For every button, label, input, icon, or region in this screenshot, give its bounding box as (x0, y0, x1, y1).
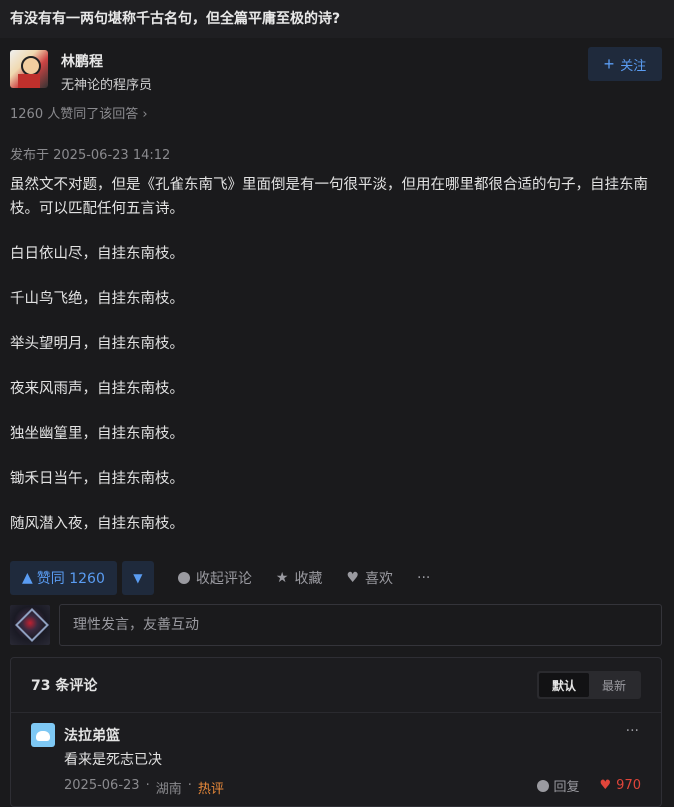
comment-meta: 2025-06-23 · 湖南 · 热评 (64, 778, 224, 797)
question-title[interactable]: 有没有有一两句堪称千古名句，但全篇平庸至极的诗? (0, 0, 674, 38)
reply-label: 回复 (553, 780, 580, 795)
comment-text: 看来是死志已决 (64, 752, 162, 768)
heart-icon: ♥ (346, 570, 359, 586)
author-avatar[interactable] (10, 50, 48, 88)
follow-label: 关注 (620, 57, 647, 73)
poem-line: 夜来风雨声，自挂东南枝。 (10, 381, 184, 397)
comments-header: 73 条评论 默认 最新 (11, 658, 661, 713)
author-description: 无神论的程序员 (61, 78, 153, 93)
comments-sort-toggle: 默认 最新 (537, 671, 641, 699)
more-button[interactable]: ··· (417, 570, 430, 586)
answer-intro: 虽然文不对题，但是《孔雀东南飞》里面倒是有一句很平淡，但用在哪里都很合适的句子，… (10, 177, 648, 217)
author-card: 林鹏程 无神论的程序员 + 关注 (0, 38, 674, 98)
follow-button[interactable]: + 关注 (588, 47, 662, 81)
poem-line: 锄禾日当午，自挂东南枝。 (10, 471, 184, 487)
favorite-label: 收藏 (294, 571, 323, 587)
author-name[interactable]: 林鹏程 (61, 51, 152, 71)
plus-icon: + (603, 54, 615, 74)
comment-item: 法拉弟篮 看来是死志已决 2025-06-23 · 湖南 · 热评 ··· 回复… (11, 713, 661, 797)
chevron-right-icon: › (142, 107, 148, 122)
upvote-label: 赞同 1260 (36, 571, 105, 587)
answer-content: 虽然文不对题，但是《孔雀东南飞》里面倒是有一句很平淡，但用在哪里都很合适的句子，… (0, 173, 674, 536)
star-icon: ★ (275, 570, 289, 586)
comment-bubble-icon (177, 572, 190, 584)
upvote-button[interactable]: ▲ 赞同 1260 (10, 561, 117, 595)
commenter-avatar[interactable] (31, 723, 55, 747)
reply-button[interactable]: 回复 (536, 776, 580, 795)
triangle-down-icon: ▼ (133, 571, 143, 585)
like-button[interactable]: ♥ 喜欢 (346, 568, 393, 588)
publish-time: 发布于 2025-06-23 14:12 (10, 148, 171, 163)
user-avatar[interactable] (10, 605, 50, 645)
author-info: 林鹏程 无神论的程序员 (61, 50, 152, 98)
poem-line: 独坐幽篁里，自挂东南枝。 (10, 426, 184, 442)
meta-separator: · (187, 778, 192, 793)
comment-body: 法拉弟篮 看来是死志已决 2025-06-23 · 湖南 · 热评 (64, 723, 224, 797)
triangle-up-icon: ▲ (22, 570, 33, 586)
comment-input-row (10, 604, 662, 646)
comment-bubble-icon (536, 779, 549, 792)
votes-summary[interactable]: 1260 人赞同了该回答 › (0, 103, 674, 122)
more-icon: ··· (417, 570, 431, 586)
commenter-name[interactable]: 法拉弟篮 (64, 725, 224, 745)
comment-actions: 回复 ♥ 970 (536, 776, 641, 795)
answer-actions: ▲ 赞同 1260 ▼ 收起评论 ★ 收藏 ♥ 喜欢 ··· (10, 561, 430, 595)
heart-icon: ♥ (599, 778, 612, 793)
poem-line: 千山鸟飞绝，自挂东南枝。 (10, 291, 184, 307)
meta-separator: · (145, 778, 150, 793)
downvote-button[interactable]: ▼ (121, 561, 154, 595)
sort-default-tab[interactable]: 默认 (539, 673, 589, 697)
collapse-comments-label: 收起评论 (195, 571, 252, 587)
collapse-comments-button[interactable]: 收起评论 (177, 568, 252, 588)
comments-panel: 73 条评论 默认 最新 法拉弟篮 看来是死志已决 2025-06-23 · 湖… (10, 657, 662, 807)
votes-text: 1260 人赞同了该回答 (10, 107, 139, 122)
like-label: 喜欢 (365, 571, 393, 587)
sort-latest-tab[interactable]: 最新 (589, 673, 639, 697)
poem-line: 随风潜入夜，自挂东南枝。 (10, 516, 184, 532)
comment-location: 湖南 (155, 782, 182, 797)
poem-line: 举头望明月，自挂东南枝。 (10, 336, 184, 352)
comments-count: 73 条评论 (31, 678, 98, 694)
comment-input[interactable] (59, 604, 662, 646)
comment-date: 2025-06-23 (64, 778, 140, 793)
comment-like-button[interactable]: ♥ 970 (600, 778, 641, 793)
comment-like-count: 970 (616, 778, 641, 793)
hot-comment-badge: 热评 (197, 782, 224, 797)
favorite-button[interactable]: ★ 收藏 (276, 568, 323, 588)
poem-line: 白日依山尽，自挂东南枝。 (10, 246, 184, 262)
comment-more-icon[interactable]: ··· (626, 723, 639, 739)
